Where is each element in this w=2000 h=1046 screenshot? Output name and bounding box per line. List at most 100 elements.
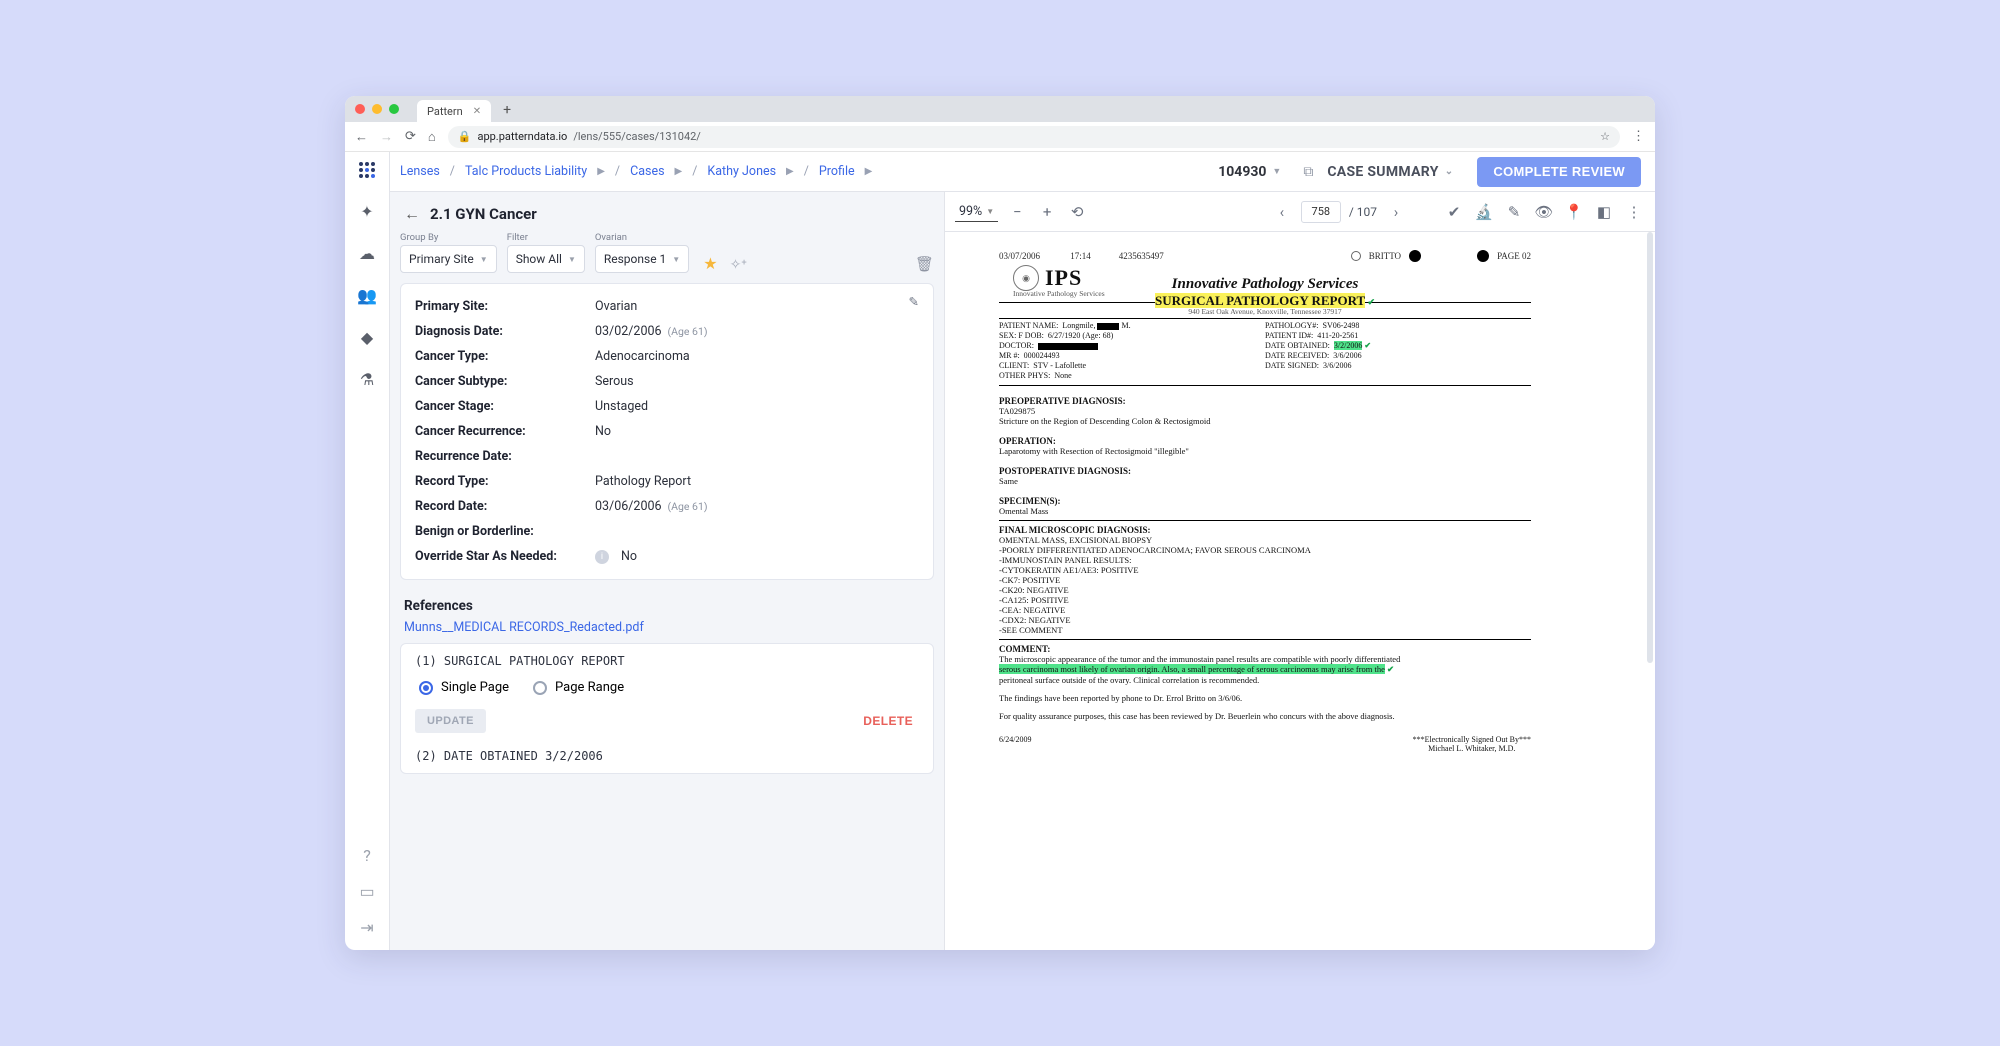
- reference-file-link[interactable]: Munns__MEDICAL RECORDS_Redacted.pdf: [390, 620, 944, 643]
- crumb-cases[interactable]: Cases: [630, 164, 664, 179]
- chevron-right-icon[interactable]: ▶: [865, 166, 873, 177]
- next-page-icon[interactable]: ›: [1385, 203, 1407, 221]
- prev-page-icon[interactable]: ‹: [1271, 203, 1293, 221]
- window-controls: [355, 96, 417, 122]
- field-value: 03/02/2006(Age 61): [595, 324, 708, 339]
- globe-icon: ◉: [1013, 265, 1039, 291]
- section-header: ← 2.1 GYN Cancer: [390, 192, 944, 228]
- crumb-profile[interactable]: Profile: [819, 164, 855, 179]
- page-number-input[interactable]: 758: [1301, 201, 1341, 223]
- zoom-dropdown[interactable]: 99% ▼: [955, 202, 998, 222]
- flask-icon[interactable]: ⚗: [358, 370, 376, 388]
- info-icon[interactable]: i: [595, 550, 609, 564]
- browser-tab[interactable]: Pattern ✕: [417, 100, 491, 122]
- page-mode-radios: Single Page Page Range: [415, 668, 919, 707]
- crumb-lenses[interactable]: Lenses: [400, 164, 440, 179]
- zoom-out-icon[interactable]: −: [1006, 203, 1028, 221]
- url-host: app.patterndata.io: [477, 130, 567, 143]
- filters-row: Group By Primary Site▼ Filter Show All▼: [390, 228, 944, 283]
- main-area: Lenses / Talc Products Liability ▶ / Cas…: [390, 152, 1655, 950]
- response-label: Ovarian: [595, 232, 689, 243]
- chevron-right-icon[interactable]: ▶: [597, 166, 605, 177]
- url-field[interactable]: 🔒 app.patterndata.io/lens/555/cases/1310…: [448, 126, 1620, 148]
- complete-review-button[interactable]: COMPLETE REVIEW: [1477, 157, 1641, 187]
- back-icon[interactable]: ←: [355, 129, 368, 145]
- panel-icon[interactable]: ◧: [1593, 203, 1615, 221]
- new-tab-button[interactable]: +: [497, 102, 517, 122]
- app-logo[interactable]: [359, 162, 375, 178]
- close-window-icon[interactable]: [355, 104, 365, 114]
- details-card: ✎ Primary Site:Ovarian Diagnosis Date:03…: [400, 283, 934, 580]
- diamond-icon[interactable]: ◆: [358, 328, 376, 346]
- cloud-upload-icon[interactable]: ☁: [358, 244, 376, 262]
- section-title: 2.1 GYN Cancer: [430, 205, 537, 223]
- minimize-window-icon[interactable]: [372, 104, 382, 114]
- close-tab-icon[interactable]: ✕: [473, 106, 481, 117]
- tab-title: Pattern: [427, 105, 463, 118]
- reload-icon[interactable]: ⟳: [405, 129, 416, 144]
- lock-icon: 🔒: [458, 130, 472, 143]
- references-heading: References: [390, 580, 944, 620]
- back-arrow-icon[interactable]: ←: [404, 204, 420, 224]
- field-label: Record Type:: [415, 474, 595, 489]
- trash-icon[interactable]: 🗑: [915, 255, 934, 273]
- chevron-right-icon[interactable]: ▶: [675, 166, 683, 177]
- scrollbar[interactable]: [1647, 232, 1653, 663]
- breadcrumb: Lenses / Talc Products Liability ▶ / Cas…: [400, 164, 872, 179]
- chrome-tabstrip: Pattern ✕ +: [345, 96, 1655, 122]
- browser-window: Pattern ✕ + ← → ⟳ ⌂ 🔒 app.patterndata.io…: [345, 96, 1655, 950]
- pin-icon[interactable]: 📍: [1563, 203, 1585, 221]
- users-icon[interactable]: 👥: [358, 286, 376, 304]
- filter-label: Filter: [507, 232, 585, 243]
- maximize-window-icon[interactable]: [389, 104, 399, 114]
- delete-button[interactable]: DELETE: [857, 713, 919, 729]
- radio-single-page[interactable]: Single Page: [419, 680, 509, 695]
- star-icon[interactable]: ★: [703, 254, 717, 273]
- group-by-label: Group By: [400, 232, 497, 243]
- radio-icon: [533, 681, 547, 695]
- zoom-in-icon[interactable]: +: [1036, 203, 1058, 221]
- check-circle-icon[interactable]: ✔: [1443, 203, 1465, 221]
- rotate-icon[interactable]: ⟲: [1066, 203, 1088, 221]
- field-label: Cancer Recurrence:: [415, 424, 595, 439]
- field-value: Adenocarcinoma: [595, 349, 690, 364]
- page-total: / 107: [1349, 205, 1377, 219]
- doc-address: 940 East Oak Avenue, Knoxville, Tennesse…: [999, 307, 1531, 316]
- radio-page-range[interactable]: Page Range: [533, 680, 624, 695]
- case-summary-label: CASE SUMMARY: [1327, 164, 1438, 180]
- help-icon[interactable]: ?: [358, 846, 376, 864]
- sparkle-icon[interactable]: ✧⁺: [730, 257, 747, 273]
- top-nav: Lenses / Talc Products Liability ▶ / Cas…: [390, 152, 1655, 192]
- home-icon[interactable]: ⌂: [428, 129, 436, 145]
- kebab-menu-icon[interactable]: ⋮: [1632, 129, 1645, 144]
- crumb-lens[interactable]: Talc Products Liability: [465, 164, 587, 179]
- case-summary-dropdown[interactable]: CASE SUMMARY ⌄: [1327, 164, 1453, 180]
- group-by-dropdown[interactable]: Primary Site▼: [400, 245, 497, 273]
- field-label: Cancer Type:: [415, 349, 595, 364]
- eye-icon[interactable]: 👁: [1533, 203, 1555, 221]
- update-button[interactable]: UPDATE: [415, 709, 486, 733]
- record-id-dropdown[interactable]: 104930 ▼: [1218, 164, 1281, 180]
- response-dropdown[interactable]: Response 1▼: [595, 245, 689, 273]
- document-page: 03/07/2006 17:14 4235635497 BRITTO PAGE …: [985, 242, 1545, 950]
- microscope-icon[interactable]: 🔬: [1473, 203, 1495, 221]
- radio-icon: [419, 681, 433, 695]
- app-body: ✦ ☁ 👥 ◆ ⚗ ? ▭ ⇥ Lenses / Talc Products L…: [345, 152, 1655, 950]
- field-label: Override Star As Needed:: [415, 549, 595, 564]
- reference-item: (1) SURGICAL PATHOLOGY REPORT: [415, 654, 919, 668]
- chevron-down-icon: ⌄: [1445, 166, 1454, 177]
- compass-icon[interactable]: ✦: [358, 202, 376, 220]
- forward-icon[interactable]: →: [380, 129, 393, 145]
- copy-icon[interactable]: ⧉: [1303, 164, 1313, 180]
- field-value: iNo: [595, 549, 637, 564]
- document-viewport[interactable]: 03/07/2006 17:14 4235635497 BRITTO PAGE …: [945, 232, 1655, 950]
- book-icon[interactable]: ▭: [358, 882, 376, 900]
- logout-icon[interactable]: ⇥: [358, 918, 376, 936]
- filter-dropdown[interactable]: Show All▼: [507, 245, 585, 273]
- star-bookmark-icon[interactable]: ☆: [1600, 130, 1610, 143]
- pencil-icon[interactable]: ✎: [1503, 203, 1525, 221]
- edit-icon[interactable]: ✎: [909, 294, 919, 310]
- chevron-right-icon[interactable]: ▶: [786, 166, 794, 177]
- crumb-person[interactable]: Kathy Jones: [707, 164, 776, 179]
- more-icon[interactable]: ⋮: [1623, 203, 1645, 221]
